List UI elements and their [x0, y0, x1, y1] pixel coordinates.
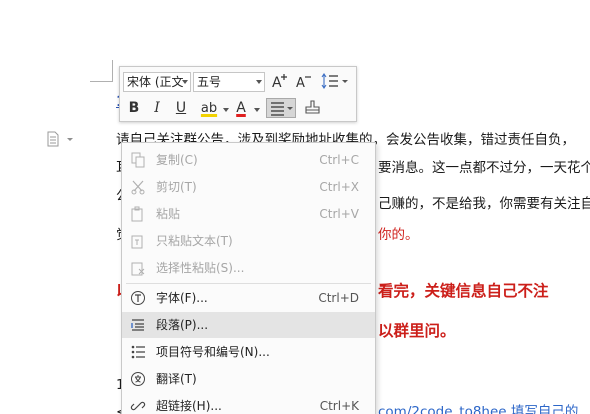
- italic-button[interactable]: I: [148, 98, 166, 118]
- menu-item-label: 只粘贴文本(T): [156, 234, 233, 248]
- grow-font-button[interactable]: A: [270, 71, 290, 91]
- menu-item-shortcut: Ctrl+X: [319, 180, 359, 194]
- mini-format-toolbar: 宋体 (正文 五号 A A B I U ab A: [119, 66, 357, 122]
- menu-item-label: 粘贴: [156, 207, 181, 221]
- paragraph-icon: [130, 317, 146, 333]
- font-size-select[interactable]: 五号: [193, 72, 265, 92]
- font-name-select[interactable]: 宋体 (正文: [123, 72, 191, 92]
- underline-button[interactable]: U: [172, 98, 190, 118]
- font-icon: [130, 290, 146, 306]
- menu-item-bullets-numbering[interactable]: 项目符号和编号(N)...: [122, 339, 375, 365]
- chevron-down-icon: [256, 80, 262, 84]
- line-spacing-icon: [321, 73, 348, 89]
- menu-item-label: 字体(F)...: [156, 291, 208, 305]
- font-size-value: 五号: [197, 75, 222, 89]
- menu-item-shortcut: Ctrl+V: [319, 207, 359, 221]
- align-button[interactable]: [266, 98, 296, 118]
- paragraph-marker-icon[interactable]: [46, 131, 76, 147]
- chevron-down-icon: [182, 80, 188, 84]
- highlight-button[interactable]: ab: [198, 98, 220, 118]
- copy-icon: [130, 152, 146, 168]
- bold-button[interactable]: B: [125, 98, 143, 118]
- format-painter-icon: [305, 100, 320, 114]
- document-page: 1 请自己关注群公告，涉及到奖励地址收集的，会发公告收集，错过责任自负， 耳 公…: [0, 0, 590, 414]
- menu-item-copy[interactable]: 复制(C) Ctrl+C: [122, 147, 375, 173]
- highlight-icon: ab: [200, 101, 218, 116]
- cut-icon: [130, 179, 146, 195]
- document-line-fragment[interactable]: 己赚的，不是给我，你需要有关注自: [378, 194, 590, 214]
- grow-font-icon: A: [272, 74, 287, 91]
- chevron-down-icon[interactable]: [254, 108, 260, 112]
- menu-item-shortcut: Ctrl+C: [319, 153, 359, 167]
- menu-item-cut[interactable]: 剪切(T) Ctrl+X: [122, 174, 375, 200]
- align-justify-icon: [271, 102, 293, 116]
- svg-text:A: A: [272, 75, 282, 91]
- shrink-font-icon: A: [296, 76, 311, 91]
- document-line-fragment[interactable]: 以群里问。: [378, 321, 456, 341]
- menu-item-label: 复制(C): [156, 153, 198, 167]
- paste-special-icon: [130, 260, 146, 276]
- menu-item-paste[interactable]: 粘贴 Ctrl+V: [122, 201, 375, 227]
- context-menu: 复制(C) Ctrl+C 剪切(T) Ctrl+X 粘贴 Ctrl+V 只粘贴文…: [121, 142, 376, 414]
- menu-item-hyperlink[interactable]: 超链接(H)... Ctrl+K: [122, 393, 375, 414]
- paste-icon: [130, 206, 146, 222]
- menu-item-shortcut: Ctrl+D: [318, 291, 359, 305]
- shrink-font-button[interactable]: A: [294, 71, 314, 91]
- hyperlink-icon: [130, 398, 146, 414]
- document-line-fragment[interactable]: 你的。: [378, 225, 419, 245]
- format-painter-button[interactable]: [302, 98, 324, 118]
- menu-item-paragraph[interactable]: 段落(P)...: [122, 312, 375, 338]
- paste-text-icon: [130, 233, 146, 249]
- menu-item-label: 超链接(H)...: [156, 399, 222, 413]
- menu-item-translate[interactable]: 翻译(T): [122, 366, 375, 392]
- menu-item-label: 项目符号和编号(N)...: [156, 345, 270, 359]
- translate-icon: [130, 371, 146, 387]
- document-link-fragment[interactable]: com/2code_to8hee 填写自己的: [378, 402, 578, 414]
- font-color-button[interactable]: A: [232, 98, 250, 118]
- menu-item-shortcut: Ctrl+K: [319, 399, 359, 413]
- menu-item-paste-special[interactable]: 选择性粘贴(S)...: [122, 255, 375, 281]
- page-corner-mark: [112, 60, 113, 82]
- menu-item-label: 段落(P)...: [156, 318, 209, 332]
- svg-text:A: A: [296, 76, 305, 91]
- menu-item-label: 翻译(T): [156, 372, 197, 386]
- menu-item-paste-text[interactable]: 只粘贴文本(T): [122, 228, 375, 254]
- bullets-icon: [130, 344, 146, 360]
- chevron-down-icon[interactable]: [223, 108, 229, 112]
- menu-item-label: 剪切(T): [156, 180, 197, 194]
- line-spacing-button[interactable]: [320, 71, 350, 91]
- document-line-fragment[interactable]: 要消息。这一点都不过分，一天花个: [378, 158, 590, 178]
- font-name-value: 宋体 (正文: [127, 75, 184, 89]
- document-line-fragment[interactable]: 看完，关键信息自己不注: [378, 281, 549, 301]
- menu-separator: [126, 283, 371, 284]
- menu-item-label: 选择性粘贴(S)...: [156, 261, 245, 275]
- menu-item-font[interactable]: 字体(F)... Ctrl+D: [122, 285, 375, 311]
- page-corner-mark: [90, 81, 112, 82]
